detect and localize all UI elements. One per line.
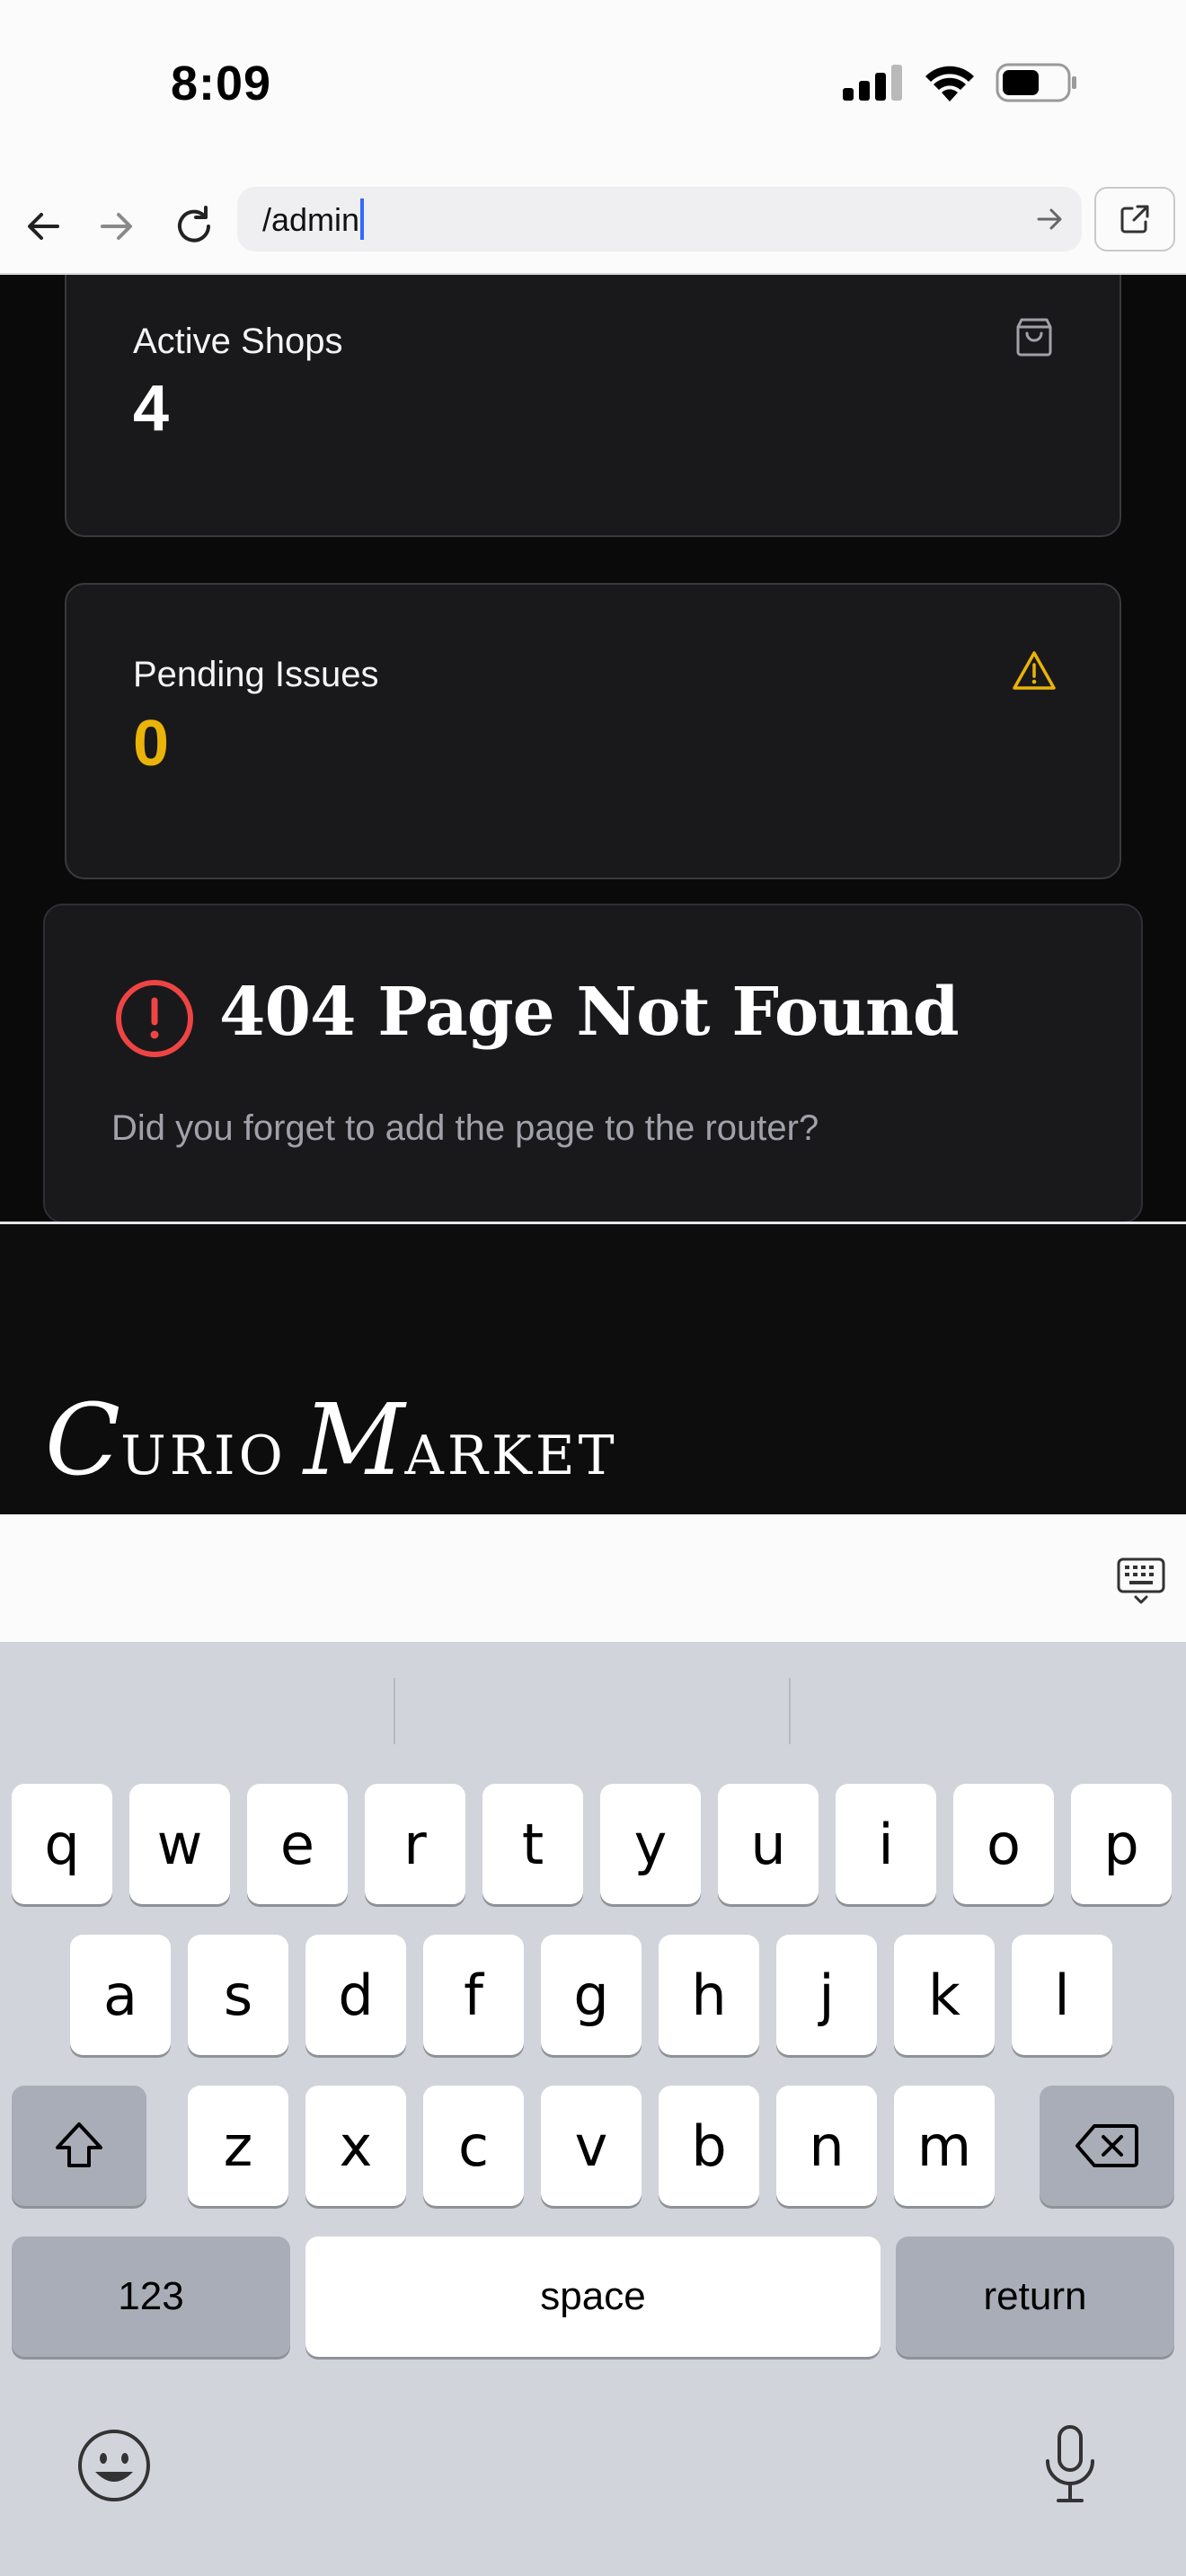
text-caret [360, 198, 365, 241]
key-n[interactable]: n [776, 2086, 877, 2206]
suggestion-divider [789, 1678, 791, 1744]
shopping-bag-icon [1012, 314, 1057, 364]
key-j[interactable]: j [776, 1935, 877, 2055]
key-u[interactable]: u [718, 1784, 819, 1904]
shift-key[interactable] [12, 2086, 146, 2206]
status-time: 8:09 [171, 57, 272, 110]
key-d[interactable]: d [305, 1935, 406, 2055]
key-v[interactable]: v [541, 2086, 642, 2206]
key-k[interactable]: k [894, 1935, 995, 2055]
url-text[interactable]: /admin [262, 198, 365, 241]
reload-icon [178, 206, 210, 243]
stat-card-active-shops: Active Shops 4 [65, 275, 1121, 537]
key-b[interactable]: b [659, 2086, 759, 2206]
stat-label: Active Shops [133, 322, 343, 361]
cellular-signal-icon [843, 65, 902, 101]
brand-word-arket: ARKET [404, 1425, 618, 1487]
wifi-icon [925, 66, 974, 101]
keyboard-accessory-bar [0, 1514, 1186, 1642]
stat-value: 4 [133, 373, 170, 445]
status-icons [843, 63, 1078, 102]
arrow-left-icon [28, 213, 59, 240]
key-l[interactable]: l [1012, 1935, 1112, 2055]
arrow-right-icon [101, 213, 132, 240]
not-found-message: Did you forget to add the page to the ro… [111, 1108, 819, 1148]
key-r[interactable]: r [365, 1784, 465, 1904]
key-z[interactable]: z [188, 2086, 288, 2206]
key-x[interactable]: x [305, 2086, 406, 2206]
key-o[interactable]: o [953, 1784, 1054, 1904]
key-f[interactable]: f [423, 1935, 524, 2055]
not-found-card: 404 Page Not Found Did you forget to add… [43, 904, 1143, 1222]
emoji-icon [78, 2430, 150, 2501]
brand-initial-m: M [303, 1382, 405, 1497]
backspace-icon [1075, 2124, 1138, 2167]
url-input[interactable]: /admin [237, 187, 1082, 251]
alert-circle-icon [113, 977, 196, 1064]
key-w[interactable]: w [129, 1784, 230, 1904]
brand-logo[interactable]: CURIO MARKET [45, 1382, 618, 1497]
battery-icon [996, 63, 1076, 102]
microphone-icon [1046, 2425, 1094, 2502]
emoji-button[interactable] [74, 2425, 155, 2510]
status-bar: 8:09 [0, 0, 1186, 162]
back-button[interactable] [16, 199, 70, 253]
key-t[interactable]: t [482, 1784, 583, 1904]
key-a[interactable]: a [70, 1935, 171, 2055]
admin-content: Active Shops 4 Pending Issues 0 404 Page… [0, 275, 1186, 1222]
key-i[interactable]: i [836, 1784, 936, 1904]
stat-card-pending-issues: Pending Issues 0 [65, 583, 1121, 879]
go-button[interactable] [1033, 201, 1066, 242]
dictation-button[interactable] [1040, 2423, 1100, 2510]
open-external-button[interactable] [1094, 187, 1175, 251]
reload-button[interactable] [167, 199, 221, 253]
key-c[interactable]: c [423, 2086, 524, 2206]
key-s[interactable]: s [188, 1935, 288, 2055]
key-y[interactable]: y [600, 1784, 701, 1904]
site-footer: CURIO MARKET [0, 1222, 1186, 1514]
stat-label: Pending Issues [133, 655, 379, 694]
warning-triangle-icon [1012, 649, 1057, 697]
url-value: /admin [262, 201, 360, 238]
key-m[interactable]: m [894, 2086, 995, 2206]
key-p[interactable]: p [1071, 1784, 1172, 1904]
key-q[interactable]: q [12, 1784, 112, 1904]
key-e[interactable]: e [247, 1784, 348, 1904]
not-found-title: 404 Page Not Found [219, 974, 960, 1051]
keyboard-dismiss-button[interactable] [1116, 1556, 1166, 1610]
on-screen-keyboard: q w e r t y u i o p a s d f g h j k l z … [0, 1642, 1186, 2576]
arrow-right-icon [1037, 208, 1062, 230]
stat-value: 0 [133, 708, 170, 780]
shift-icon [56, 2122, 102, 2167]
external-link-icon [1120, 205, 1149, 234]
delete-key[interactable] [1040, 2086, 1174, 2206]
numbers-key[interactable]: 123 [12, 2236, 290, 2357]
suggestion-divider [394, 1678, 395, 1744]
space-key[interactable]: space [305, 2236, 881, 2357]
brand-initial-c: C [45, 1382, 121, 1497]
return-key[interactable]: return [896, 2236, 1174, 2357]
key-h[interactable]: h [659, 1935, 759, 2055]
key-g[interactable]: g [541, 1935, 642, 2055]
keyboard-icon [1117, 1557, 1165, 1604]
forward-button[interactable] [90, 199, 144, 253]
brand-word-urio: URIO [120, 1425, 287, 1487]
